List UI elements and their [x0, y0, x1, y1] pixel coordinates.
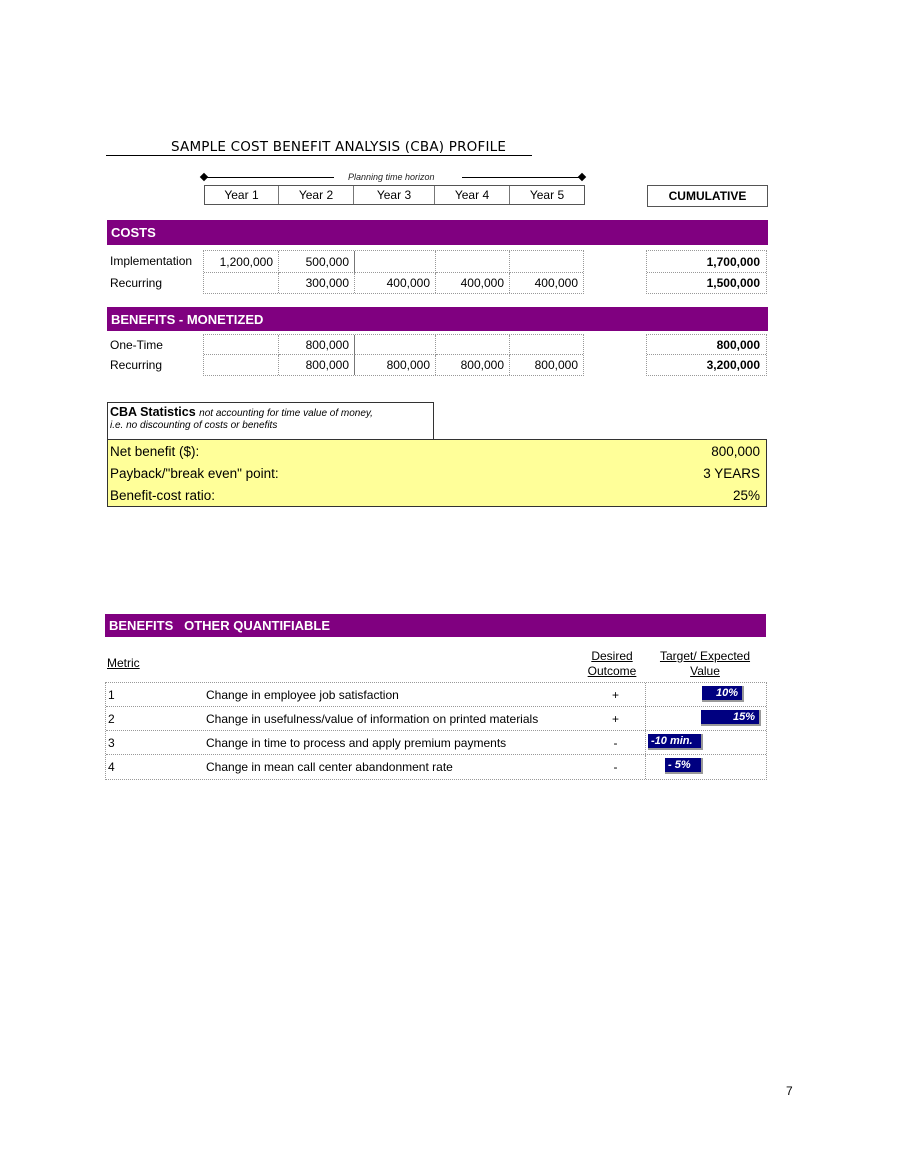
cost-cell: 400,000: [436, 273, 510, 293]
desired-outcome-header-line1: Desired: [591, 649, 633, 663]
metric-number: 2: [108, 711, 115, 726]
stat-row: Net benefit ($): 800,000: [108, 440, 766, 462]
horizon-line-left: [204, 177, 334, 178]
benefit-cell: 800,000: [436, 355, 510, 375]
cba-statistics-note: not accounting for time value of money,: [199, 408, 373, 419]
benefit-cell: [510, 335, 583, 355]
stat-row: Payback/"break even" point: 3 YEARS: [108, 462, 766, 484]
target-value-header: Target/ Expected Value: [650, 649, 760, 679]
horizon-end-diamond-icon: [577, 172, 587, 182]
benefit-cell: [204, 335, 279, 355]
metric-value-bar: - 5%: [665, 758, 703, 774]
stat-value: 25%: [732, 487, 760, 503]
stat-value: 3 YEARS: [703, 465, 760, 481]
metric-number: 3: [108, 735, 115, 750]
cba-statistics-header: CBA Statistics not accounting for time v…: [107, 402, 434, 439]
horizon-line-right: [462, 177, 582, 178]
benefits-monetized-section-bar: BENEFITS - MONETIZED: [107, 307, 768, 331]
metric-description: Change in employee job satisfaction: [206, 687, 399, 702]
benefits-row-label: One-Time: [110, 338, 163, 352]
document-title-text: SAMPLE COST BENEFIT ANALYSIS (CBA) PROFI…: [171, 139, 507, 155]
metric-column-header: Metric: [107, 656, 140, 670]
cumulative-header: CUMULATIVE: [647, 185, 768, 207]
benefit-cell: 800,000: [534, 358, 578, 372]
year-header: Year 1 Year 2 Year 3 Year 4 Year 5: [204, 185, 585, 205]
benefit-cell: 800,000: [355, 355, 436, 375]
cost-cell: [355, 251, 436, 273]
cumulative-cell: 1,500,000: [706, 276, 760, 290]
metric-description: Change in usefulness/value of informatio…: [206, 711, 539, 726]
metric-number: 4: [108, 760, 115, 774]
metric-row: 4 Change in mean call center abandonment…: [106, 755, 766, 779]
cba-statistics-title: CBA Statistics: [110, 405, 196, 419]
benefits-grid: 800,000 800,000 800,000 800,000 800,000: [203, 334, 584, 376]
metric-value-cell: -10 min.: [645, 731, 768, 754]
metric-outcome: +: [611, 687, 619, 702]
metric-row: 3 Change in time to process and apply pr…: [106, 731, 766, 755]
year-header-1: Year 1: [205, 186, 279, 204]
planning-horizon-label: Planning time horizon: [348, 172, 435, 182]
stat-label: Payback/"break even" point:: [110, 465, 279, 481]
metric-outcome: -: [613, 760, 618, 774]
document-title: SAMPLE COST BENEFIT ANALYSIS (CBA) PROFI…: [106, 138, 532, 156]
benefit-cell: [355, 335, 436, 355]
year-header-5: Year 5: [529, 188, 565, 202]
metric-number: 1: [108, 687, 115, 702]
cba-statistics-box: Net benefit ($): 800,000 Payback/"break …: [107, 439, 767, 507]
other-quantifiable-section-bar: BENEFITS OTHER QUANTIFIABLE: [105, 614, 766, 637]
desired-outcome-header: Desired Outcome: [582, 649, 642, 679]
stat-label: Net benefit ($):: [110, 443, 200, 459]
costs-cumulative: 1,700,000 1,500,000: [646, 250, 767, 294]
stat-label: Benefit-cost ratio:: [110, 487, 216, 503]
benefit-cell: 800,000: [279, 355, 355, 375]
cost-cell: 400,000: [534, 276, 578, 290]
metric-outcome: +: [611, 711, 619, 726]
cost-cell: [436, 251, 510, 273]
benefit-cell: [436, 335, 510, 355]
cumulative-cell: 800,000: [647, 335, 766, 355]
metric-value-cell: 10%: [645, 683, 768, 706]
metrics-table: 1 Change in employee job satisfaction + …: [105, 682, 767, 780]
cost-cell: 500,000: [279, 251, 355, 273]
cost-cell: [204, 273, 279, 293]
stat-value: 800,000: [711, 443, 760, 459]
target-value-header-line1: Target/ Expected: [659, 649, 751, 663]
benefit-cell: 800,000: [279, 335, 355, 355]
metric-row: 1 Change in employee job satisfaction + …: [106, 683, 766, 707]
benefit-cell: [204, 355, 279, 375]
target-value-header-line2: Value: [690, 664, 720, 678]
cba-statistics-note-2: i.e. no discounting of costs or benefits: [110, 420, 278, 431]
metric-outcome: -: [613, 735, 618, 750]
desired-outcome-header-line2: Outcome: [587, 664, 637, 678]
costs-row-label: Implementation: [110, 254, 193, 268]
benefits-cumulative: 800,000 3,200,000: [646, 334, 767, 376]
stat-row: Benefit-cost ratio: 25%: [108, 484, 766, 506]
metric-description: Change in time to process and apply prem…: [206, 735, 507, 750]
cost-cell: [510, 251, 583, 273]
costs-grid: 1,200,000 500,000 300,000 400,000 400,00…: [203, 250, 584, 294]
cumulative-cell: 1,700,000: [647, 251, 766, 273]
metric-value-bar: 10%: [702, 686, 744, 702]
costs-row-label: Recurring: [110, 276, 163, 290]
page-number: 7: [786, 1084, 793, 1098]
year-header-4: Year 4: [435, 186, 510, 204]
year-header-2: Year 2: [279, 186, 354, 204]
year-header-3: Year 3: [354, 186, 435, 204]
metric-value-cell: 15%: [645, 707, 768, 730]
cumulative-cell: 3,200,000: [706, 358, 760, 372]
metric-value-bar: 15%: [701, 710, 761, 726]
metric-description: Change in mean call center abandonment r…: [206, 760, 453, 774]
metric-value-cell: - 5%: [645, 755, 768, 779]
metric-value-bar: -10 min.: [648, 734, 703, 750]
costs-section-bar: COSTS: [107, 220, 768, 245]
benefits-row-label: Recurring: [110, 358, 163, 372]
cost-cell: 1,200,000: [204, 251, 279, 273]
cost-cell: 400,000: [355, 273, 436, 293]
metric-row: 2 Change in usefulness/value of informat…: [106, 707, 766, 731]
cost-cell: 300,000: [279, 273, 355, 293]
